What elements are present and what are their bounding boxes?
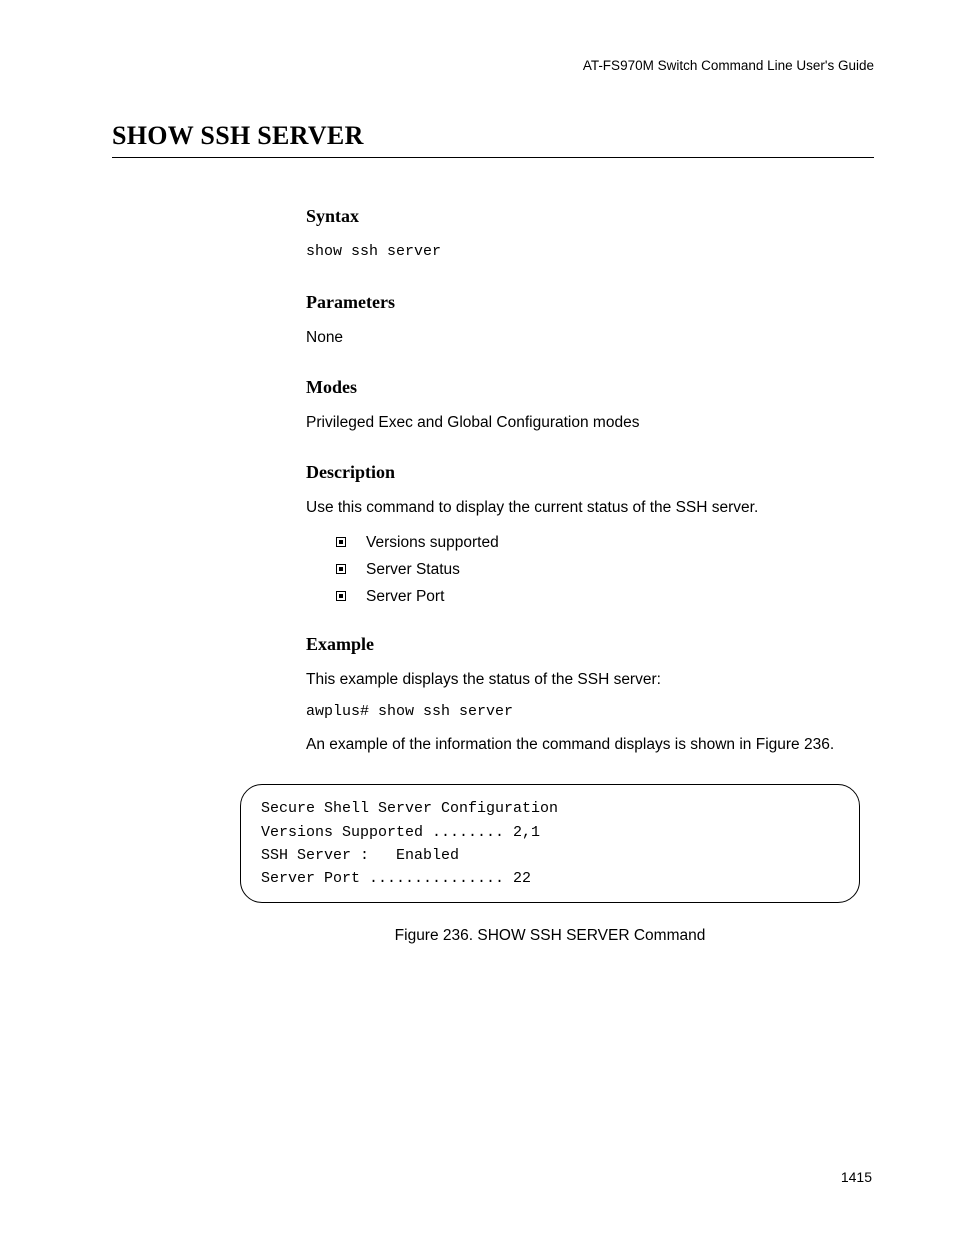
output-line: Secure Shell Server Configuration [261,797,839,820]
document-header: AT-FS970M Switch Command Line User's Gui… [112,58,874,73]
output-line: Versions Supported ........ 2,1 [261,821,839,844]
syntax-command: show ssh server [306,241,874,264]
parameters-text: None [306,327,874,349]
description-intro: Use this command to display the current … [306,497,874,519]
page-title: SHOW SSH SERVER [112,121,874,158]
list-item: Server Status [336,561,874,579]
page-number: 1415 [841,1169,872,1185]
list-item: Server Port [336,588,874,606]
bullet-text: Server Status [366,561,460,578]
bullet-text: Versions supported [366,534,499,551]
bullet-icon [336,564,346,574]
modes-text: Privileged Exec and Global Configuration… [306,412,874,434]
bullet-icon [336,537,346,547]
output-line: Server Port ............... 22 [261,867,839,890]
page: AT-FS970M Switch Command Line User's Gui… [0,0,954,1235]
content-body: Syntax show ssh server Parameters None M… [306,206,874,756]
section-heading-parameters: Parameters [306,292,874,313]
figure-output-box: Secure Shell Server Configuration Versio… [240,784,860,903]
example-intro: This example displays the status of the … [306,669,874,691]
figure-caption: Figure 236. SHOW SSH SERVER Command [240,927,860,945]
bullet-text: Server Port [366,588,444,605]
section-heading-modes: Modes [306,377,874,398]
section-heading-example: Example [306,634,874,655]
example-command: awplus# show ssh server [306,701,874,724]
example-outro: An example of the information the comman… [306,734,874,756]
bullet-icon [336,591,346,601]
list-item: Versions supported [336,534,874,552]
description-bullet-list: Versions supported Server Status Server … [336,534,874,606]
figure-container: Secure Shell Server Configuration Versio… [240,784,874,945]
section-heading-description: Description [306,462,874,483]
section-heading-syntax: Syntax [306,206,874,227]
output-line: SSH Server : Enabled [261,844,839,867]
